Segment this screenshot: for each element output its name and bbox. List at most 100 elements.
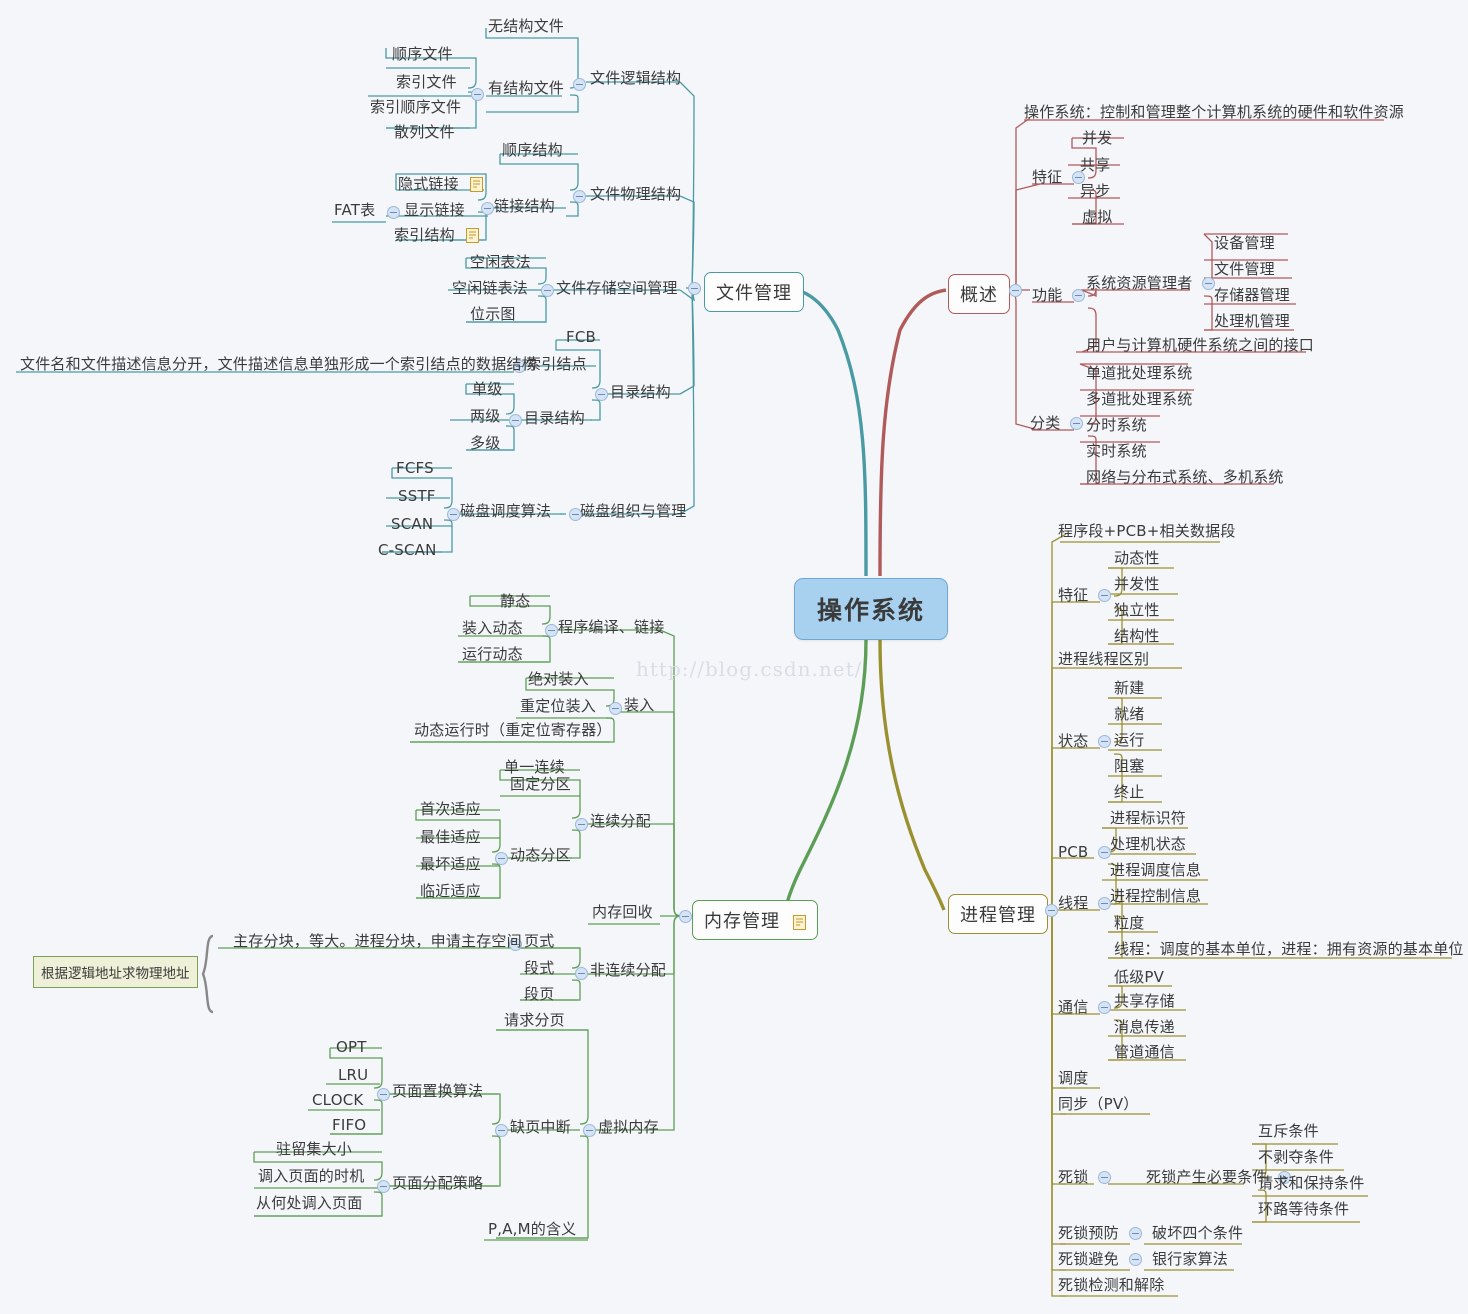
memory-alloc-0[interactable]: 驻留集大小 — [276, 1142, 352, 1157]
toggle-process-thread[interactable] — [1098, 897, 1112, 910]
toggle-dynamic-partition[interactable] — [495, 852, 508, 865]
main-topic-memory[interactable]: 内存管理 — [692, 900, 818, 940]
memory-fit-0[interactable]: 首次适应 — [420, 802, 481, 817]
toggle-disk-mgmt[interactable] — [569, 508, 582, 521]
file-logical-structure[interactable]: 文件逻辑结构 — [590, 71, 681, 86]
memory-paging-note[interactable]: 主存分块，等大。进程分块，申请主存空间 — [233, 934, 522, 949]
file-link-0[interactable]: 隐式链接 — [398, 177, 483, 192]
memory-load-2[interactable]: 动态运行时（重定位寄存器） — [414, 723, 612, 738]
file-dir-structure-sub[interactable]: 目录结构 — [524, 411, 585, 426]
process-feature-2[interactable]: 独立性 — [1114, 603, 1160, 618]
process-prevention-sub[interactable]: 破坏四个条件 — [1152, 1226, 1243, 1241]
toggle-physical-structure[interactable] — [573, 190, 586, 203]
process-avoidance-sub[interactable]: 银行家算法 — [1152, 1252, 1228, 1267]
file-dir-level-2[interactable]: 多级 — [470, 436, 500, 451]
process-sync[interactable]: 同步（PV） — [1058, 1097, 1139, 1112]
overview-class-0[interactable]: 单道批处理系统 — [1086, 366, 1192, 381]
file-disk-algo-1[interactable]: SSTF — [398, 489, 436, 504]
overview-class-2[interactable]: 分时系统 — [1086, 418, 1147, 433]
toggle-dir-structure-sub[interactable] — [509, 414, 522, 427]
memory-replacement-1[interactable]: LRU — [338, 1068, 368, 1083]
toggle-page-fault[interactable] — [495, 1124, 508, 1137]
toggle-overview-topic[interactable] — [1009, 284, 1022, 297]
memory-compile-link[interactable]: 程序编译、链接 — [558, 620, 664, 635]
memory-alloc-2[interactable]: 从何处调入页面 — [256, 1196, 362, 1211]
file-directory-structure[interactable]: 目录结构 — [610, 385, 671, 400]
overview-functions[interactable]: 功能 — [1032, 288, 1090, 303]
process-detection[interactable]: 死锁检测和解除 — [1058, 1278, 1164, 1293]
file-storage-0[interactable]: 空闲表法 — [470, 255, 531, 270]
process-state-3[interactable]: 阻塞 — [1114, 759, 1144, 774]
note-icon[interactable] — [469, 177, 483, 192]
memory-page-fault[interactable]: 缺页中断 — [510, 1120, 571, 1135]
overview-resource-1[interactable]: 文件管理 — [1214, 262, 1275, 277]
toggle-explicit-link[interactable] — [387, 206, 400, 219]
memory-virtual[interactable]: 虚拟内存 — [598, 1120, 659, 1135]
file-disk-algo-2[interactable]: SCAN — [391, 517, 433, 532]
process-thread-1[interactable]: 线程：调度的基本单位，进程：拥有资源的基本单位 — [1114, 942, 1464, 957]
memory-dynamic-partition[interactable]: 动态分区 — [510, 848, 571, 863]
file-link-struct[interactable]: 链接结构 — [494, 199, 555, 214]
overview-feature-1[interactable]: 共享 — [1080, 158, 1110, 173]
main-topic-overview[interactable]: 概述 — [948, 274, 1010, 314]
overview-feature-0[interactable]: 并发 — [1082, 131, 1112, 146]
file-dir-level-0[interactable]: 单级 — [472, 382, 502, 397]
file-link-1[interactable]: 显示链接 — [404, 203, 465, 218]
overview-feature-2[interactable]: 异步 — [1080, 184, 1110, 199]
toggle-prevention[interactable] — [1128, 1227, 1142, 1240]
memory-single-contiguous[interactable]: 单一连续 — [504, 760, 565, 775]
process-comm-0[interactable]: 低级PV — [1114, 970, 1164, 985]
process-pcb[interactable]: PCB — [1058, 845, 1116, 860]
process-feature-0[interactable]: 动态性 — [1114, 551, 1160, 566]
file-structured-2[interactable]: 索引顺序文件 — [370, 100, 461, 115]
memory-load-0[interactable]: 绝对装入 — [528, 672, 589, 687]
overview-classification[interactable]: 分类 — [1030, 416, 1088, 431]
memory-fit-1[interactable]: 最佳适应 — [420, 830, 481, 845]
file-disk-sched[interactable]: 磁盘调度算法 — [460, 504, 551, 519]
process-thread-diff[interactable]: 进程线程区别 — [1058, 652, 1149, 667]
toggle-load[interactable] — [609, 702, 622, 715]
process-state-1[interactable]: 就绪 — [1114, 707, 1144, 722]
toggle-process-state[interactable] — [1098, 735, 1112, 748]
process-deadlock-cond-0[interactable]: 互斥条件 — [1258, 1124, 1319, 1139]
process-comm-3[interactable]: 管道通信 — [1114, 1045, 1175, 1060]
process-features[interactable]: 特征 — [1058, 588, 1116, 603]
memory-fit-3[interactable]: 临近适应 — [420, 884, 481, 899]
file-storage-1[interactable]: 空闲链表法 — [452, 281, 528, 296]
overview-definition[interactable]: 操作系统：控制和管理整个计算机系统的硬件和软件资源 — [1024, 105, 1404, 120]
file-storage-mgmt[interactable]: 文件存储空间管理 — [556, 281, 678, 296]
process-deadlock-cond-1[interactable]: 不剥夺条件 — [1258, 1150, 1334, 1165]
memory-replacement-3[interactable]: FIFO — [332, 1118, 366, 1133]
memory-load-1[interactable]: 重定位装入 — [520, 699, 596, 714]
toggle-process-topic[interactable] — [1045, 904, 1058, 917]
process-thread[interactable]: 线程 — [1058, 896, 1116, 911]
process-pcb-1[interactable]: 处理机状态 — [1110, 837, 1186, 852]
process-avoidance[interactable]: 死锁避免 — [1058, 1252, 1147, 1267]
overview-resource-3[interactable]: 处理机管理 — [1214, 314, 1290, 329]
note-icon[interactable] — [465, 228, 479, 243]
file-storage-2[interactable]: 位示图 — [470, 307, 516, 322]
file-unstructured[interactable]: 无结构文件 — [488, 19, 564, 34]
file-fcb[interactable]: FCB — [566, 330, 596, 345]
memory-segment-page[interactable]: 段页 — [524, 987, 554, 1002]
memory-load[interactable]: 装入 — [624, 698, 654, 713]
file-fat[interactable]: FAT表 — [334, 203, 375, 218]
process-schedule[interactable]: 调度 — [1058, 1071, 1088, 1086]
toggle-replacement-algo[interactable] — [377, 1088, 390, 1101]
overview-class-4[interactable]: 网络与分布式系统、多机系统 — [1086, 470, 1284, 485]
memory-non-contiguous[interactable]: 非连续分配 — [590, 963, 666, 978]
overview-class-3[interactable]: 实时系统 — [1086, 444, 1147, 459]
memory-compile-0[interactable]: 静态 — [500, 594, 530, 609]
toggle-logical-structure[interactable] — [573, 78, 586, 91]
toggle-link-struct[interactable] — [481, 202, 494, 215]
memory-contiguous[interactable]: 连续分配 — [590, 814, 651, 829]
process-comm-2[interactable]: 消息传递 — [1114, 1020, 1175, 1035]
process-state-4[interactable]: 终止 — [1114, 785, 1144, 800]
file-disk-algo-0[interactable]: FCFS — [396, 461, 434, 476]
memory-fixed-partition[interactable]: 固定分区 — [510, 777, 571, 792]
process-deadlock[interactable]: 死锁 — [1058, 1170, 1116, 1185]
toggle-non-contiguous[interactable] — [575, 967, 588, 980]
process-feature-1[interactable]: 并发性 — [1114, 577, 1160, 592]
note-icon[interactable] — [792, 914, 806, 930]
toggle-structured[interactable] — [471, 88, 484, 101]
